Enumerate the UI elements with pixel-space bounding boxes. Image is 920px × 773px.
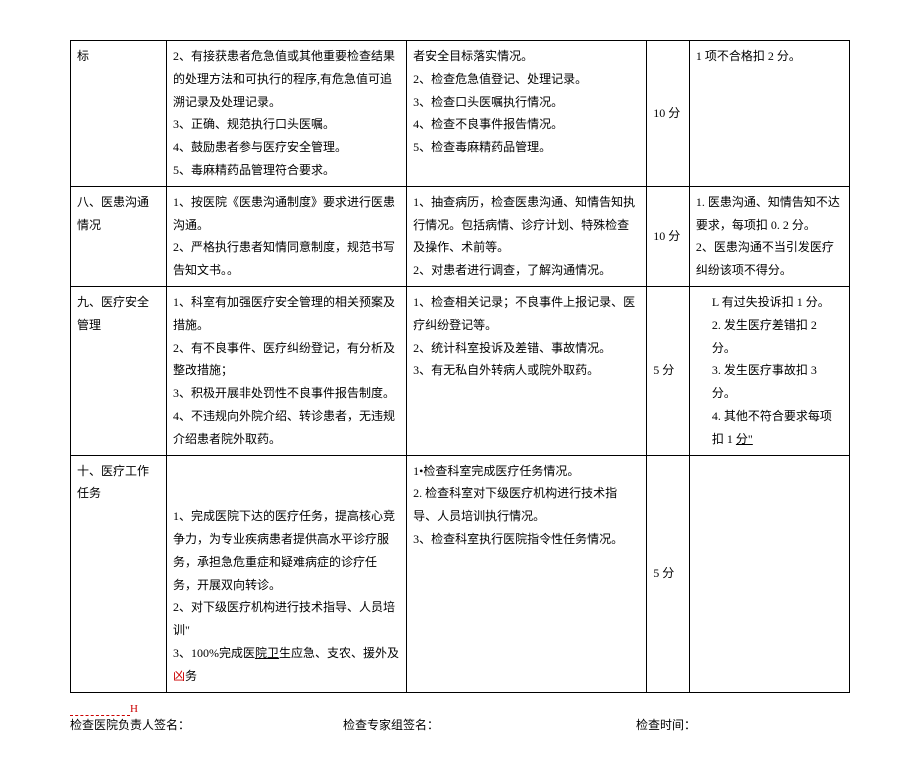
score-cell: 10 分: [647, 41, 690, 187]
table-row: 九、医疗安全管理1、科室有加强医疗安全管理的相关预案及措施。2、有不良事件、医疗…: [71, 286, 850, 455]
category-cell: 八、医患沟通情况: [71, 186, 167, 286]
content-cell: 1、科室有加强医疗安全管理的相关预案及措施。2、有不良事件、医疗纠纷登记，有分析…: [167, 286, 407, 455]
content-cell: 1、按医院《医患沟通制度》要求进行医患沟通。2、严格执行患者知情同意制度，规范书…: [167, 186, 407, 286]
table-row: 标2、有接获患者危急值或其他重要检查结果的处理方法和可执行的程序,有危急值可追溯…: [71, 41, 850, 187]
red-h-mark: H: [130, 703, 138, 715]
score-cell: 10 分: [647, 186, 690, 286]
signature-row: H 检查医院负责人签名： 检查专家组签名： 检查时间：: [70, 701, 850, 733]
deduction-cell: 1. 医患沟通、知情告知不达要求，每项扣 0. 2 分。2、医患沟通不当引发医疗…: [689, 186, 849, 286]
evaluation-table: 标2、有接获患者危急值或其他重要检查结果的处理方法和可执行的程序,有危急值可追溯…: [70, 40, 850, 693]
deduction-cell: L 有过失投诉扣 1 分。2. 发生医疗差错扣 2 分。3. 发生医疗事故扣 3…: [689, 286, 849, 455]
content-cell: 2、有接获患者危急值或其他重要检查结果的处理方法和可执行的程序,有危急值可追溯记…: [167, 41, 407, 187]
sig-time-label: 检查时间：: [636, 716, 696, 733]
check-cell: 1•检查科室完成医疗任务情况。2. 检查科室对下级医疗机构进行技术指导、人员培训…: [407, 455, 647, 692]
category-cell: 十、医疗工作任务: [71, 455, 167, 692]
content-cell: 1、完成医院下达的医疗任务，提高核心竞争力，为专业疾病患者提供高水平诊疗服务，承…: [167, 455, 407, 692]
table-row: 八、医患沟通情况1、按医院《医患沟通制度》要求进行医患沟通。2、严格执行患者知情…: [71, 186, 850, 286]
table-row: 十、医疗工作任务 1、完成医院下达的医疗任务，提高核心竞争力，为专业疾病患者提供…: [71, 455, 850, 692]
category-cell: 九、医疗安全管理: [71, 286, 167, 455]
check-cell: 者安全目标落实情况。2、检查危急值登记、处理记录。3、检查口头医嘱执行情况。4、…: [407, 41, 647, 187]
category-cell: 标: [71, 41, 167, 187]
score-cell: 5 分: [647, 286, 690, 455]
score-cell: 5 分: [647, 455, 690, 692]
sig-hospital-label: 检查医院负责人签名：: [70, 716, 340, 733]
check-cell: 1、检查相关记录；不良事件上报记录、医疗纠纷登记等。2、统计科室投诉及差错、事故…: [407, 286, 647, 455]
deduction-cell: 1 项不合格扣 2 分。: [689, 41, 849, 187]
deduction-cell: [689, 455, 849, 692]
sig-expert-label: 检查专家组签名：: [343, 716, 633, 733]
check-cell: 1、抽查病历，检查医患沟通、知情告知执行情况。包括病情、诊疗计划、特殊检查及操作…: [407, 186, 647, 286]
